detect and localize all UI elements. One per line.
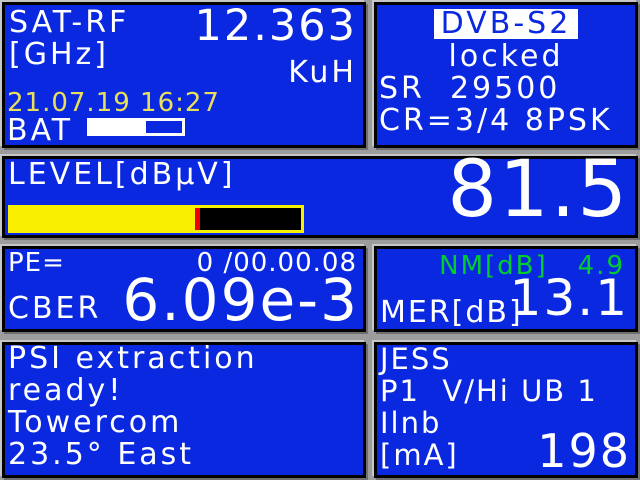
battery-empty-segment: [145, 121, 182, 133]
frequency-unit-label: [GHz]: [9, 37, 109, 72]
psi-ready-line: ready!: [8, 373, 124, 408]
symbol-rate: SR 29500: [379, 71, 561, 106]
lock-status: locked: [448, 39, 564, 74]
meter-screen: SAT-RF [GHz] 12.363 KuH 21.07.19 16:27 B…: [0, 0, 640, 480]
battery-label: BAT: [7, 113, 74, 148]
panel-error-rate: PE= 0 /00.00.08 CBER 6.09e-3: [2, 246, 366, 332]
cber-value: 6.09e-3: [122, 266, 359, 334]
level-bar-empty: [200, 208, 301, 230]
battery-indicator-icon: [87, 118, 185, 136]
lnb-current-value: 198: [537, 424, 631, 478]
standard-row: DVB-S2: [377, 9, 635, 39]
cber-label: CBER: [8, 291, 102, 326]
level-bar-gauge: [8, 205, 304, 233]
satellite-operator: Towercom: [8, 405, 183, 440]
panel-level: LEVEL[dBµV] 81.5: [2, 151, 638, 238]
mer-value: 13.1: [509, 269, 629, 327]
level-bar-fill: [11, 208, 196, 230]
band-polarisation-label: KuH: [288, 55, 357, 90]
lnb-mode: JESS: [380, 342, 452, 376]
panel-psi-info: PSI extraction ready! Towercom 23.5° Eas…: [2, 342, 366, 478]
psi-lines: PSI extraction ready! Towercom 23.5° Eas…: [8, 343, 360, 471]
panel-demodulator: DVB-S2 locked SR 29500 CR=3/4 8PSK: [374, 2, 638, 148]
code-rate-modulation: CR=3/4 8PSK: [379, 103, 613, 138]
psi-status-line: PSI extraction: [8, 341, 258, 376]
frequency-value: 12.363: [194, 1, 357, 51]
panel-signal-quality: NM[dB] 4.9 MER[dB] 13.1: [374, 246, 638, 332]
packet-error-label: PE=: [8, 248, 65, 278]
satellite-position: 23.5° East: [8, 437, 195, 472]
dvb-standard-badge: DVB-S2: [433, 9, 579, 39]
level-label: LEVEL[dBµV]: [8, 157, 236, 192]
level-value: 81.5: [447, 145, 629, 235]
mer-label: MER[dB]: [380, 295, 523, 330]
sat-rf-title: SAT-RF: [9, 5, 130, 40]
lnb-port-band: P1 V/Hi UB 1: [380, 374, 598, 408]
panel-lnb: JESS P1 V/Hi UB 1 Ilnb [mA] 198: [374, 342, 638, 478]
panel-sat-rf: SAT-RF [GHz] 12.363 KuH 21.07.19 16:27 B…: [2, 2, 366, 148]
